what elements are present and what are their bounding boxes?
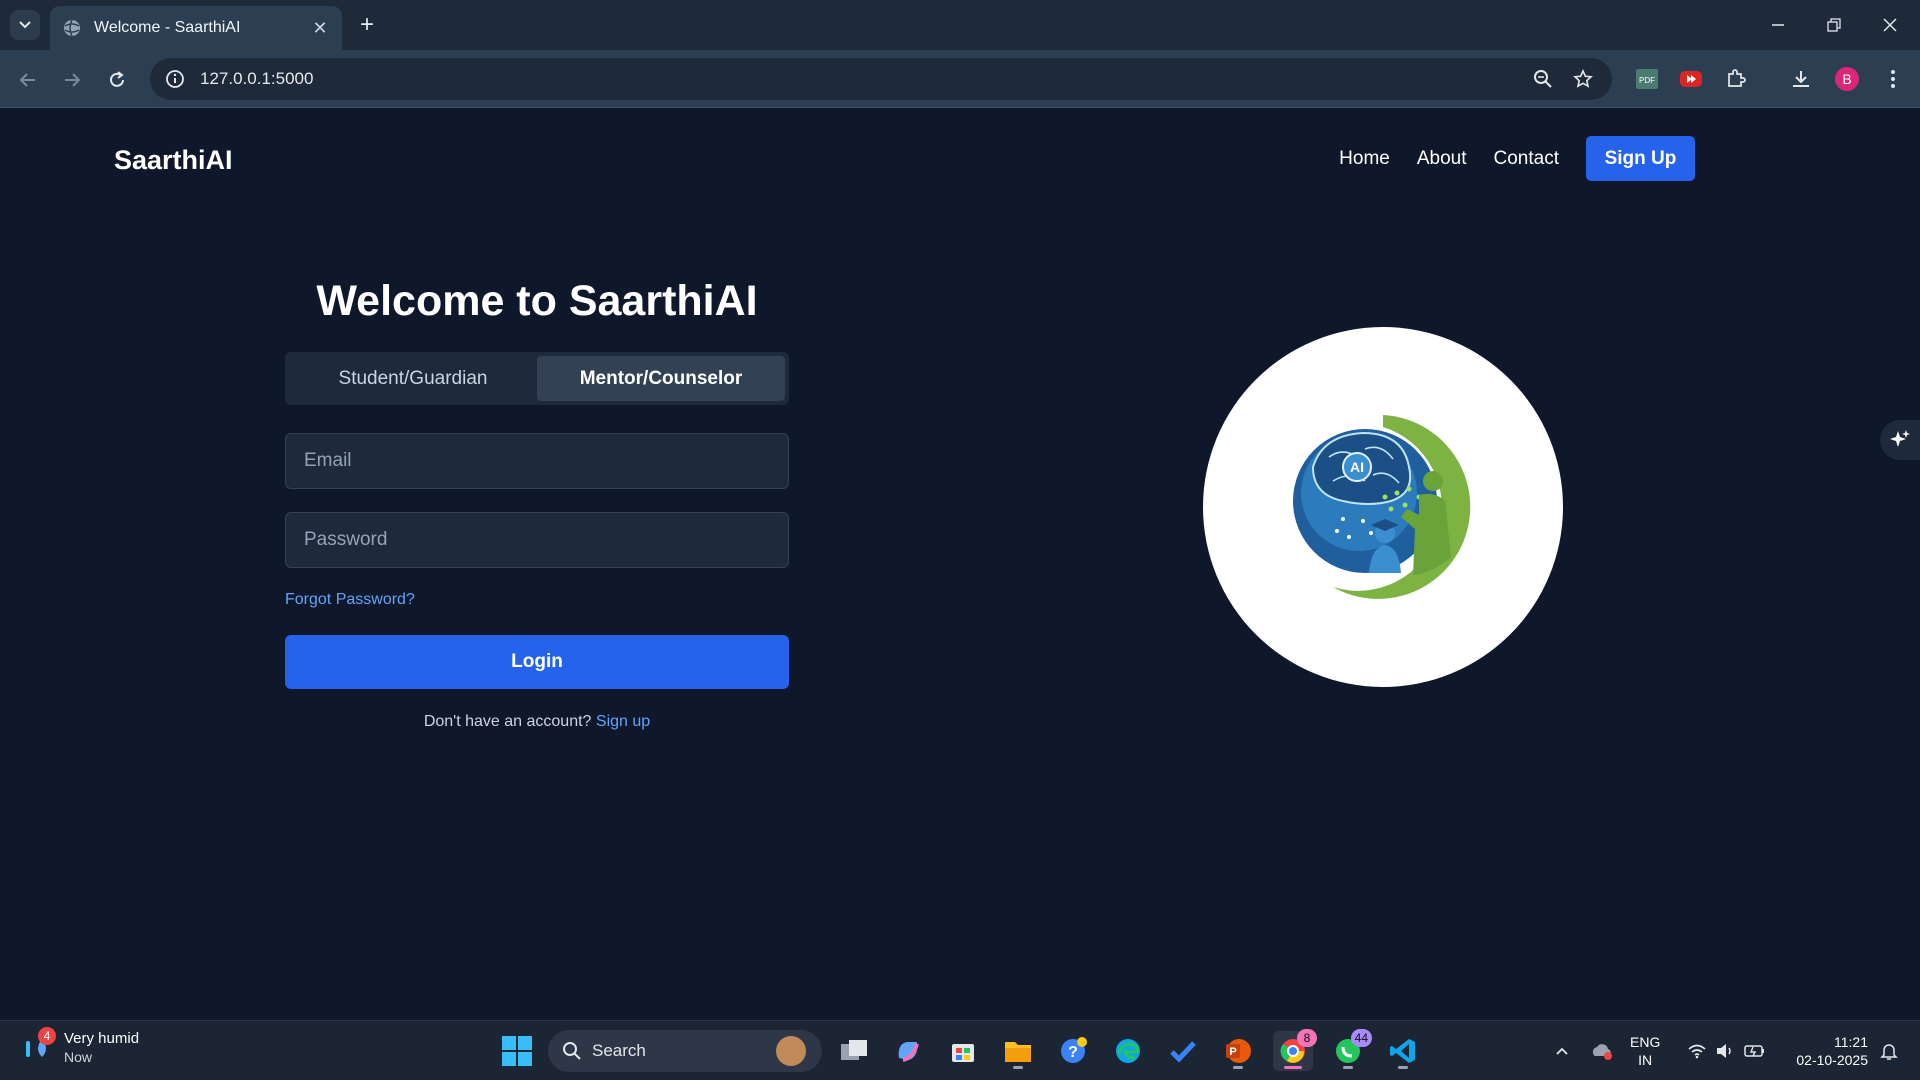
taskbar-search[interactable]: Search (548, 1030, 822, 1072)
edge-browser-icon[interactable] (1108, 1031, 1148, 1071)
arrow-right-icon (65, 73, 81, 87)
windows-start-icon[interactable] (500, 1034, 534, 1068)
chevron-down-icon (19, 21, 31, 29)
store-icon[interactable] (943, 1031, 983, 1071)
taskbar-search-label: Search (592, 1041, 646, 1060)
tab-title: Welcome - SaarthiAI (94, 19, 241, 36)
extensions-puzzle-icon[interactable] (1721, 64, 1751, 94)
page-title: Welcome to SaarthiAI (316, 277, 758, 325)
wifi-icon[interactable] (1683, 1021, 1711, 1080)
battery-icon[interactable] (1741, 1021, 1769, 1080)
nav-contact-link[interactable]: Contact (1494, 148, 1559, 170)
browser-menu-icon[interactable] (1878, 64, 1908, 94)
page-viewport: SaarthiAI Home About Contact Sign Up Wel… (0, 109, 1920, 1020)
saarthiai-logo: AI (1203, 327, 1563, 687)
site-brand[interactable]: SaarthiAI (114, 145, 233, 176)
url-text[interactable]: 127.0.0.1:5000 (200, 69, 313, 89)
reload-button[interactable] (99, 64, 135, 96)
vscode-icon[interactable] (1383, 1031, 1423, 1071)
no-account-text: Don't have an account? (423, 713, 592, 730)
bookmark-star-icon[interactable] (1570, 66, 1596, 92)
logo-ai-badge: AI (1350, 459, 1364, 475)
search-highlight-icon (776, 1036, 806, 1066)
nav-home-link[interactable]: Home (1339, 148, 1390, 170)
weather-widget[interactable]: 4 Very humid Now (22, 1027, 140, 1067)
globe-icon (64, 19, 80, 37)
notification-icon[interactable] (1874, 1021, 1904, 1080)
close-tab-icon[interactable]: ✕ (310, 18, 330, 39)
arrow-left-icon (19, 73, 35, 87)
svg-text:P: P (1229, 1046, 1236, 1058)
profile-avatar[interactable]: B (1832, 64, 1862, 94)
role-mentor-tab[interactable]: Mentor/Counselor (537, 356, 785, 401)
nav-signup-button[interactable]: Sign Up (1586, 136, 1695, 181)
chrome-taskbar-icon[interactable]: 8 (1273, 1029, 1317, 1071)
tab-search-button[interactable] (10, 10, 40, 40)
address-bar[interactable]: 127.0.0.1:5000 (150, 58, 1612, 100)
chrome-badge: 8 (1297, 1029, 1317, 1047)
back-button[interactable] (10, 64, 46, 96)
downloads-icon[interactable] (1786, 64, 1816, 94)
volume-icon[interactable] (1711, 1021, 1739, 1080)
taskbar: 4 Very humid Now Search ? P 8 44 ENG IN … (0, 1020, 1920, 1080)
site-nav: Home About Contact Sign Up (1339, 136, 1695, 181)
signup-prompt: Don't have an account? Sign up (285, 713, 789, 731)
whatsapp-badge: 44 (1350, 1029, 1372, 1047)
pdf-extension-icon[interactable]: PDF (1632, 64, 1662, 94)
weather-alert-badge: 4 (38, 1027, 56, 1045)
video-extension-icon[interactable] (1676, 64, 1706, 94)
todo-icon[interactable] (1163, 1031, 1203, 1071)
weather-subtitle: Now (64, 1049, 93, 1065)
language-indicator[interactable]: ENG IN (1630, 1033, 1660, 1069)
lang-line2: IN (1638, 1052, 1653, 1068)
clock-date: 02-10-2025 (1796, 1052, 1868, 1068)
search-icon (563, 1042, 581, 1060)
task-view-icon[interactable] (834, 1031, 874, 1071)
restore-icon (1827, 18, 1841, 32)
copilot-icon[interactable] (888, 1031, 928, 1071)
svg-text:?: ? (1068, 1044, 1078, 1061)
clock-time: 11:21 (1834, 1034, 1868, 1050)
tray-overflow-icon[interactable] (1548, 1021, 1576, 1080)
weather-icon: 4 (22, 1027, 56, 1065)
email-field[interactable] (285, 433, 789, 489)
onedrive-icon[interactable] (1588, 1021, 1616, 1080)
minimize-button[interactable] (1750, 0, 1806, 50)
restore-button[interactable] (1806, 0, 1862, 50)
clock[interactable]: 11:21 02-10-2025 (1782, 1033, 1868, 1069)
close-window-button[interactable] (1862, 0, 1918, 50)
signup-link[interactable]: Sign up (596, 713, 650, 730)
reload-icon (110, 71, 124, 87)
close-icon (1883, 18, 1897, 32)
role-student-tab[interactable]: Student/Guardian (289, 356, 537, 401)
site-info-icon[interactable] (164, 68, 186, 90)
browser-tab-strip: Welcome - SaarthiAI ✕ + (0, 0, 1920, 50)
login-button[interactable]: Login (285, 635, 789, 689)
new-tab-button[interactable]: + (352, 10, 382, 40)
browser-tab[interactable]: Welcome - SaarthiAI ✕ (50, 6, 342, 50)
sparkle-icon (1890, 430, 1910, 447)
minimize-icon (1772, 24, 1784, 26)
whatsapp-icon[interactable]: 44 (1328, 1029, 1372, 1071)
password-field[interactable] (285, 512, 789, 568)
role-toggle: Student/Guardian Mentor/Counselor (285, 352, 789, 405)
profile-initial: B (1835, 67, 1859, 91)
file-explorer-icon[interactable] (998, 1031, 1038, 1071)
powerpoint-icon[interactable]: P (1218, 1031, 1258, 1071)
sparkle-sidebar-button[interactable] (1880, 420, 1920, 460)
help-icon[interactable]: ? (1053, 1031, 1093, 1071)
nav-about-link[interactable]: About (1417, 148, 1467, 170)
weather-title: Very humid (64, 1030, 140, 1047)
lang-line1: ENG (1630, 1034, 1661, 1050)
brain-mentor-logo-icon: AI (1293, 415, 1471, 599)
zoom-icon[interactable] (1530, 66, 1556, 92)
forward-button[interactable] (54, 64, 90, 96)
forgot-password-link[interactable]: Forgot Password? (285, 591, 415, 609)
svg-text:PDF: PDF (1639, 76, 1655, 85)
